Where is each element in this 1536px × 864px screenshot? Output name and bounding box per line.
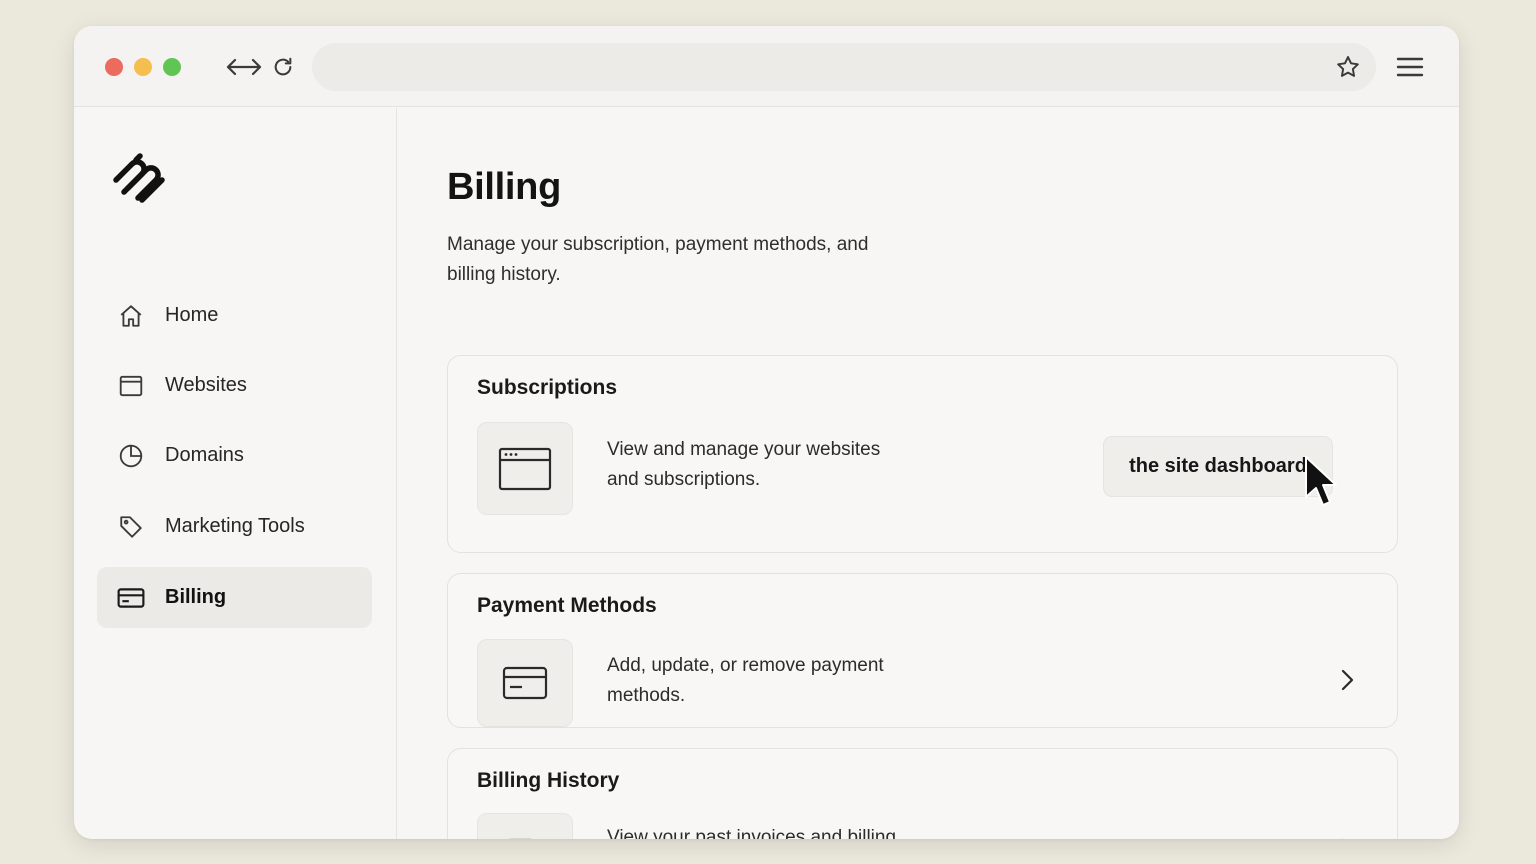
page-title: Billing bbox=[447, 166, 561, 208]
card-title: Payment Methods bbox=[477, 594, 657, 617]
minimize-window-button[interactable] bbox=[134, 58, 152, 76]
card-title: Subscriptions bbox=[477, 376, 618, 399]
bookmark-star-icon[interactable] bbox=[1334, 53, 1362, 81]
sidebar: Home Websites Domains Marketing Tools Bi… bbox=[74, 108, 397, 839]
sidebar-item-label: Home bbox=[165, 304, 219, 326]
credit-card-icon bbox=[477, 639, 573, 727]
sidebar-item-home[interactable]: Home bbox=[97, 285, 372, 346]
back-forward-icon[interactable] bbox=[224, 50, 264, 84]
browser-window-icon bbox=[477, 422, 573, 515]
pie-chart-icon bbox=[117, 442, 145, 470]
subscriptions-card: Subscriptions View and manage your websi… bbox=[447, 355, 1398, 553]
billing-history-card[interactable]: Billing History View your past invoices … bbox=[447, 748, 1398, 839]
document-icon bbox=[477, 813, 573, 839]
chevron-right-icon[interactable] bbox=[1336, 667, 1358, 693]
credit-card-icon bbox=[117, 584, 145, 612]
browser-window-icon bbox=[117, 372, 145, 400]
card-description: Add, update, or remove payment methods. bbox=[607, 655, 884, 706]
sidebar-item-label: Domains bbox=[165, 444, 244, 466]
sidebar-item-label: Marketing Tools bbox=[165, 515, 305, 537]
card-title: Billing History bbox=[477, 769, 620, 792]
card-description: View and manage your websites and subscr… bbox=[607, 439, 881, 490]
reload-icon[interactable] bbox=[270, 50, 296, 84]
browser-window: Home Websites Domains Marketing Tools Bi… bbox=[74, 26, 1459, 839]
sidebar-item-billing[interactable]: Billing bbox=[97, 567, 372, 628]
browser-toolbar bbox=[74, 26, 1459, 107]
page-subtitle: Manage your subscription, payment method… bbox=[447, 234, 869, 285]
sidebar-item-domains[interactable]: Domains bbox=[97, 425, 372, 486]
card-description: View your past invoices and billing acti… bbox=[607, 827, 897, 839]
mouse-cursor-icon bbox=[1303, 455, 1339, 509]
main-content: Billing Manage your subscription, paymen… bbox=[398, 108, 1459, 839]
site-dashboard-button[interactable]: the site dashboard bbox=[1103, 436, 1333, 497]
sidebar-item-marketing-tools[interactable]: Marketing Tools bbox=[97, 496, 372, 557]
close-window-button[interactable] bbox=[105, 58, 123, 76]
maximize-window-button[interactable] bbox=[163, 58, 181, 76]
home-icon bbox=[117, 302, 145, 330]
sidebar-item-label: Billing bbox=[165, 586, 227, 608]
address-bar[interactable] bbox=[312, 43, 1376, 91]
tag-icon bbox=[117, 513, 145, 541]
chevron-right-icon[interactable] bbox=[1336, 836, 1358, 839]
hamburger-menu-icon[interactable] bbox=[1396, 54, 1424, 80]
sidebar-item-websites[interactable]: Websites bbox=[97, 355, 372, 416]
sidebar-item-label: Websites bbox=[165, 374, 247, 396]
squarespace-logo-icon[interactable] bbox=[108, 152, 170, 204]
payment-methods-card[interactable]: Payment Methods Add, update, or remove p… bbox=[447, 573, 1398, 728]
